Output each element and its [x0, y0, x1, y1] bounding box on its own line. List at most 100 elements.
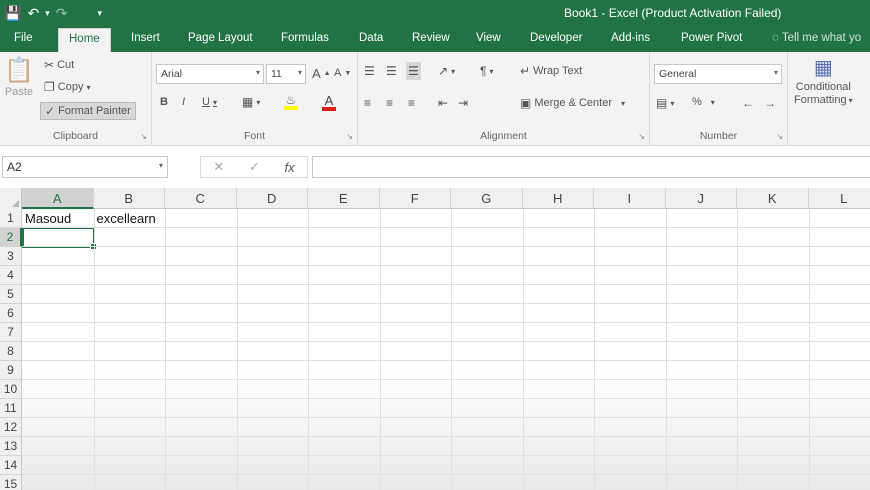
tab-formulas[interactable]: Formulas — [281, 32, 329, 44]
bottom-align-button[interactable]: ☰ — [406, 62, 421, 80]
dialog-launcher-icon[interactable]: ↘ — [140, 132, 147, 141]
dialog-launcher-icon[interactable]: ↘ — [346, 132, 353, 141]
merge-center-button[interactable]: ▣ Merge & Center ▾ — [520, 96, 625, 110]
insert-function-button[interactable]: fx — [285, 160, 295, 175]
chevron-down-icon: ▾ — [86, 82, 91, 92]
column-header-h[interactable]: H — [523, 188, 594, 209]
tab-view[interactable]: View — [476, 32, 501, 44]
tab-review[interactable]: Review — [412, 32, 450, 44]
row-header-6[interactable]: 6 — [0, 304, 22, 323]
decrease-decimal-button[interactable]: → — [764, 96, 776, 110]
row-header-8[interactable]: 8 — [0, 342, 22, 361]
grow-font-button[interactable]: A ▲ — [312, 66, 331, 81]
row-header-4[interactable]: 4 — [0, 266, 22, 285]
text-direction-button[interactable]: ¶ ▾ — [480, 64, 493, 78]
increase-indent-icon: ⇥ — [458, 96, 469, 110]
tab-data[interactable]: Data — [359, 32, 383, 44]
undo-icon[interactable]: ↶ — [27, 3, 39, 23]
dialog-launcher-icon[interactable]: ↘ — [638, 132, 645, 141]
chevron-down-icon: ▾ — [670, 98, 675, 108]
row-header-2[interactable]: 2 — [0, 228, 22, 247]
save-icon[interactable]: 💾 — [4, 3, 21, 23]
ribbon: 📋 Paste ✂ Cut ❐ Copy ▾ ✓ Format Painter … — [0, 52, 870, 146]
row-header-11[interactable]: 11 — [0, 399, 22, 418]
row-header-7[interactable]: 7 — [0, 323, 22, 342]
top-align-button[interactable]: ☰ — [364, 64, 375, 78]
name-box[interactable]: A2 ▾ — [2, 156, 168, 178]
align-center-button[interactable]: ≡ — [386, 96, 393, 110]
tab-home[interactable]: Home — [58, 28, 111, 52]
column-header-f[interactable]: F — [380, 188, 451, 209]
format-painter-button[interactable]: ✓ Format Painter — [40, 102, 136, 120]
row-header-10[interactable]: 10 — [0, 380, 22, 399]
customize-qat-icon[interactable]: ▾ — [97, 3, 102, 23]
column-header-j[interactable]: J — [666, 188, 737, 209]
cancel-icon[interactable]: ✕ — [213, 159, 224, 175]
wrap-text-button[interactable]: ↵ Wrap Text — [520, 64, 582, 78]
tab-insert[interactable]: Insert — [131, 32, 160, 44]
copy-button[interactable]: ❐ Copy ▾ — [44, 80, 90, 94]
column-header-i[interactable]: I — [594, 188, 666, 209]
tab-add-ins[interactable]: Add-ins — [611, 32, 650, 44]
row-header-3[interactable]: 3 — [0, 247, 22, 266]
number-format-combo[interactable]: General ▾ — [654, 64, 782, 84]
column-header-c[interactable]: C — [165, 188, 237, 209]
column-header-k[interactable]: K — [737, 188, 809, 209]
accounting-format-button[interactable]: ▤ ▾ — [656, 96, 674, 110]
tab-power-pivot[interactable]: Power Pivot — [681, 32, 742, 44]
title-bar: 💾 ↶ ▾ ↷ ▾ Book1 - Excel (Product Activat… — [0, 0, 870, 28]
percent-style-button[interactable]: % ▾ — [692, 96, 715, 108]
font-size-combo[interactable]: 11 ▾ — [266, 64, 306, 84]
column-header-l[interactable]: L — [809, 188, 870, 209]
tab-page-layout[interactable]: Page Layout — [188, 32, 253, 44]
row-header-15[interactable]: 15 — [0, 475, 22, 490]
decrease-indent-button[interactable]: ⇤ — [438, 96, 448, 110]
redo-icon[interactable]: ↷ — [56, 3, 68, 23]
formula-input[interactable] — [312, 156, 870, 178]
column-header-d[interactable]: D — [237, 188, 308, 209]
fill-color-button[interactable]: ♨ — [284, 94, 298, 110]
column-header-b[interactable]: B — [94, 188, 165, 209]
formula-buttons: ✕ ✓ fx — [200, 156, 308, 178]
decrease-decimal-icon: → — [764, 96, 776, 110]
align-left-button[interactable]: ≡ — [364, 96, 371, 110]
increase-decimal-button[interactable]: ← — [742, 96, 754, 110]
cell-b1[interactable]: excellearn — [94, 209, 156, 228]
row-header-13[interactable]: 13 — [0, 437, 22, 456]
increase-indent-button[interactable]: ⇥ — [458, 96, 468, 110]
number-group: General ▾ ▤ ▾ % ▾ ← → Number ↘ — [650, 52, 788, 146]
conditional-formatting-button[interactable]: ▦ Conditional Formatting ▾ — [794, 56, 853, 106]
underline-button[interactable]: U ▾ — [202, 96, 217, 108]
paste-button[interactable]: 📋 Paste — [4, 58, 34, 99]
select-all-button[interactable] — [0, 188, 22, 209]
row-header-12[interactable]: 12 — [0, 418, 22, 437]
borders-button[interactable]: ▦ ▾ — [242, 95, 260, 109]
dialog-launcher-icon[interactable]: ↘ — [776, 132, 783, 141]
column-header-e[interactable]: E — [308, 188, 380, 209]
middle-align-button[interactable]: ☰ — [386, 64, 397, 78]
increase-decimal-icon: ← — [742, 96, 754, 110]
row-header-9[interactable]: 9 — [0, 361, 22, 380]
bold-button[interactable]: B — [160, 96, 168, 108]
cut-button[interactable]: ✂ Cut — [44, 58, 74, 72]
paint-bucket-icon: ♨ — [285, 93, 297, 107]
orientation-button[interactable]: ↗ ▾ — [438, 64, 455, 78]
worksheet-grid[interactable]: ABCDEFGHIJKL 1 2 3 4 5 6 7 8 9 10 11 12 13 14 15 Masoud… — [0, 188, 870, 490]
align-center-icon: ≡ — [386, 96, 394, 110]
shrink-font-button[interactable]: A ▼ — [334, 67, 351, 79]
row-header-14[interactable]: 14 — [0, 456, 22, 475]
tab-developer[interactable]: Developer — [530, 32, 582, 44]
italic-button[interactable]: I — [182, 96, 185, 108]
dropdown-icon[interactable]: ▾ — [45, 3, 50, 23]
column-header-g[interactable]: G — [451, 188, 523, 209]
font-name-combo[interactable]: Arial ▾ — [156, 64, 264, 84]
cell-a1[interactable]: Masoud — [22, 209, 71, 228]
tab-file[interactable]: File — [14, 32, 33, 44]
column-header-a[interactable]: A — [22, 188, 94, 209]
row-header-5[interactable]: 5 — [0, 285, 22, 304]
font-color-button[interactable]: A — [322, 94, 336, 111]
tell-me-box[interactable]: ◌ Tell me what yo — [772, 32, 861, 44]
align-right-button[interactable]: ≡ — [408, 96, 415, 110]
row-header-1[interactable]: 1 — [0, 209, 22, 228]
enter-icon[interactable]: ✓ — [249, 159, 260, 175]
